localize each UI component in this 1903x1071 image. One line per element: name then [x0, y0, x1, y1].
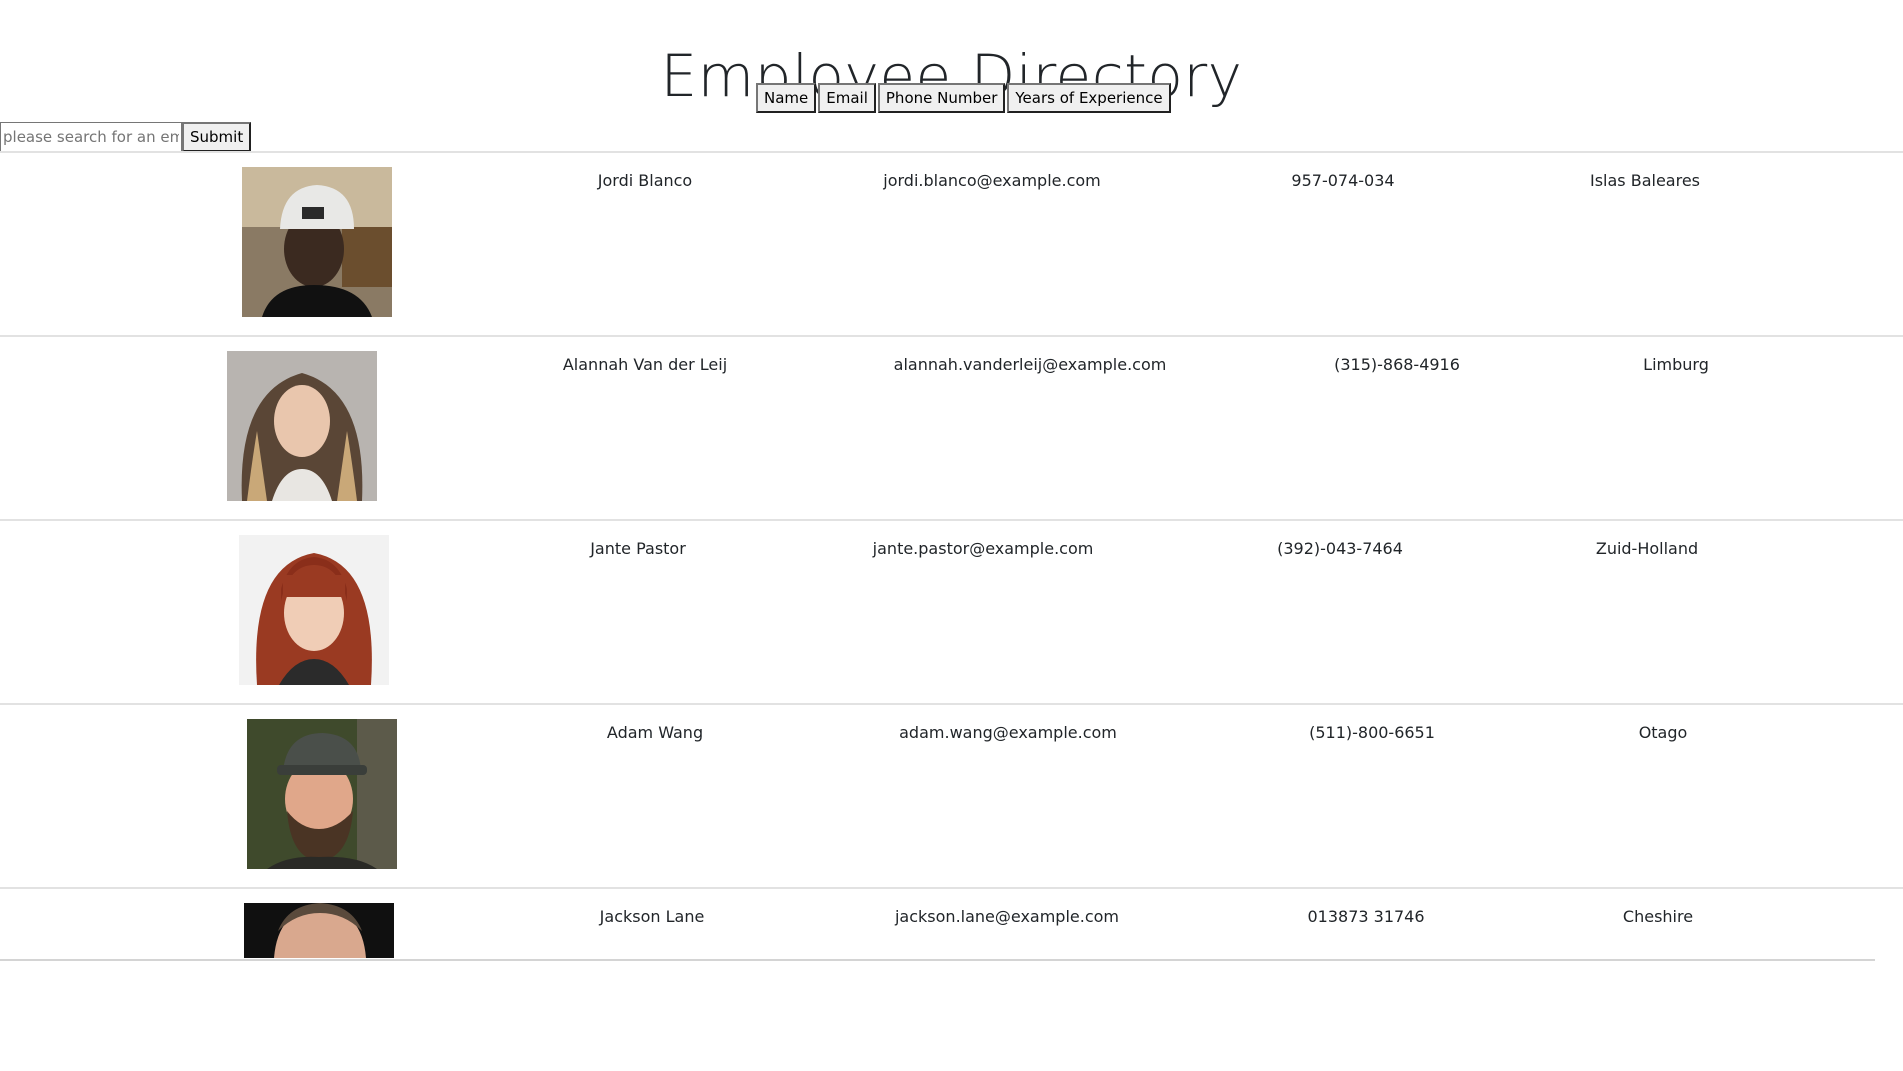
- horizontal-scrollbar[interactable]: [0, 959, 1875, 961]
- employee-phone: (392)-043-7464: [1277, 539, 1403, 558]
- employee-name: Jante Pastor: [590, 539, 686, 558]
- sort-by-name-button[interactable]: Name: [756, 83, 817, 113]
- employee-name: Alannah Van der Leij: [562, 355, 728, 374]
- employee-row: Jante Pastor jante.pastor@example.com (3…: [0, 519, 1903, 703]
- employee-photo: [227, 351, 377, 501]
- search-input[interactable]: [0, 122, 182, 152]
- employee-name: Jordi Blanco: [597, 171, 693, 190]
- employee-email: adam.wang@example.com: [899, 723, 1117, 742]
- employee-photo: [242, 167, 392, 317]
- employee-photo: [239, 535, 389, 685]
- sort-by-email-button[interactable]: Email: [818, 83, 876, 113]
- employee-email: jordi.blanco@example.com: [883, 171, 1101, 190]
- employee-location: Otago: [1638, 723, 1688, 742]
- search-form: Submit: [0, 122, 252, 152]
- employee-location: Zuid-Holland: [1595, 539, 1699, 558]
- employee-location: Islas Baleares: [1589, 171, 1701, 190]
- employee-name: Adam Wang: [606, 723, 704, 742]
- employee-name: Jackson Lane: [599, 907, 705, 926]
- employee-list: Jordi Blanco jordi.blanco@example.com 95…: [0, 151, 1903, 1071]
- sort-button-bar: Name Email Phone Number Years of Experie…: [756, 83, 1171, 113]
- employee-row: Alannah Van der Leij alannah.vanderleij@…: [0, 335, 1903, 519]
- submit-button[interactable]: Submit: [182, 122, 252, 152]
- employee-email: jackson.lane@example.com: [894, 907, 1120, 926]
- employee-phone: (511)-800-6651: [1309, 723, 1435, 742]
- employee-phone: (315)-868-4916: [1334, 355, 1460, 374]
- employee-email: alannah.vanderleij@example.com: [893, 355, 1167, 374]
- employee-phone: 957-074-034: [1291, 171, 1395, 190]
- employee-phone: 013873 31746: [1307, 907, 1425, 926]
- employee-photo: [244, 903, 394, 958]
- sort-by-experience-button[interactable]: Years of Experience: [1007, 83, 1171, 113]
- employee-location: Cheshire: [1622, 907, 1694, 926]
- employee-email: jante.pastor@example.com: [872, 539, 1094, 558]
- sort-by-phone-button[interactable]: Phone Number: [877, 83, 1006, 113]
- employee-row: Jordi Blanco jordi.blanco@example.com 95…: [0, 151, 1903, 335]
- employee-location: Limburg: [1643, 355, 1709, 374]
- employee-photo: [247, 719, 397, 869]
- employee-row: Adam Wang adam.wang@example.com (511)-80…: [0, 703, 1903, 887]
- employee-row: Jackson Lane jackson.lane@example.com 01…: [0, 887, 1903, 1071]
